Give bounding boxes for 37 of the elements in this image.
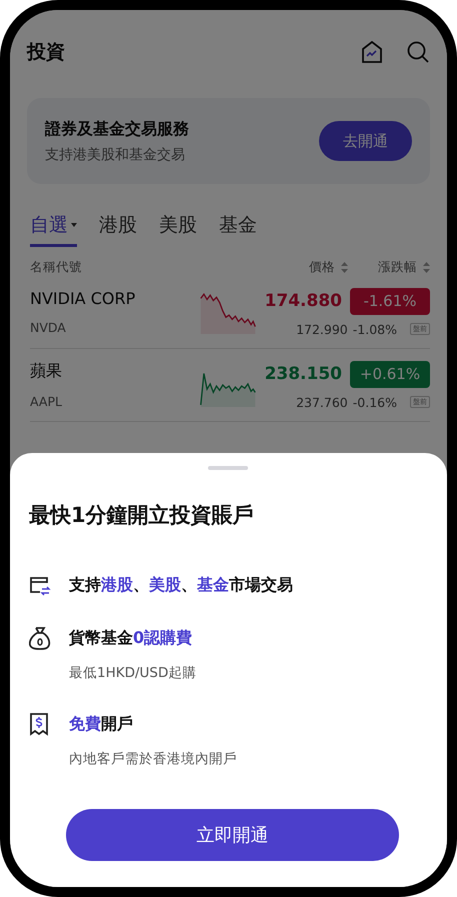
banner-title: 證券及基金交易服務 xyxy=(45,118,189,140)
change-badge[interactable]: +0.61% xyxy=(350,360,430,388)
stock-code: AAPL xyxy=(30,394,63,409)
feature-text: 免費開戶 xyxy=(69,714,134,734)
market-tab[interactable]: 美股 xyxy=(159,212,197,247)
column-header: 名稱代號 xyxy=(30,259,82,276)
money-bag-icon xyxy=(29,626,51,650)
feature-note: 最低1HKD/USD起購 xyxy=(69,664,198,682)
stock-price: 238.150 xyxy=(264,364,342,384)
stock-price: 174.880 xyxy=(264,291,342,311)
open-now-button[interactable]: 立即開通 xyxy=(66,809,399,861)
sheet-title: 最快1分鐘開立投資賬戶 xyxy=(29,502,255,529)
page-title: 投資 xyxy=(27,40,65,65)
stock-name: 蘋果 xyxy=(30,361,63,382)
premarket-change: -1.08% xyxy=(352,322,397,336)
banner-subtitle: 支持港美股和基金交易 xyxy=(45,146,186,164)
house-chart-icon[interactable] xyxy=(360,40,384,64)
search-icon[interactable] xyxy=(406,40,430,64)
premarket-price: 172.990 xyxy=(296,322,348,336)
card-transfer-icon xyxy=(29,576,51,596)
feature-text: 貨幣基金0認購費 xyxy=(69,628,194,648)
premarket-price: 237.760 xyxy=(296,394,348,410)
market-tab[interactable]: 自選 xyxy=(30,212,77,247)
stock-name: NVIDIA CORP xyxy=(30,289,136,308)
feature-note: 內地客戶需於香港境內開戶 xyxy=(69,750,238,768)
open-account-button[interactable]: 去開通 xyxy=(319,121,412,161)
feature-text: 支持港股、美股、基金市場交易 xyxy=(69,575,294,596)
stock-code: NVDA xyxy=(30,320,67,335)
market-tab[interactable]: 基金 xyxy=(219,212,257,247)
column-header[interactable]: 價格 xyxy=(309,259,348,276)
column-header[interactable]: 漲跌幅 xyxy=(378,259,430,276)
drag-handle[interactable] xyxy=(208,466,248,470)
market-tab[interactable]: 港股 xyxy=(99,212,137,247)
caret-icon[interactable] xyxy=(71,223,77,227)
change-badge[interactable]: -1.61% xyxy=(350,288,430,314)
receipt-icon xyxy=(29,712,49,736)
premarket-change: -0.16% xyxy=(352,394,397,410)
